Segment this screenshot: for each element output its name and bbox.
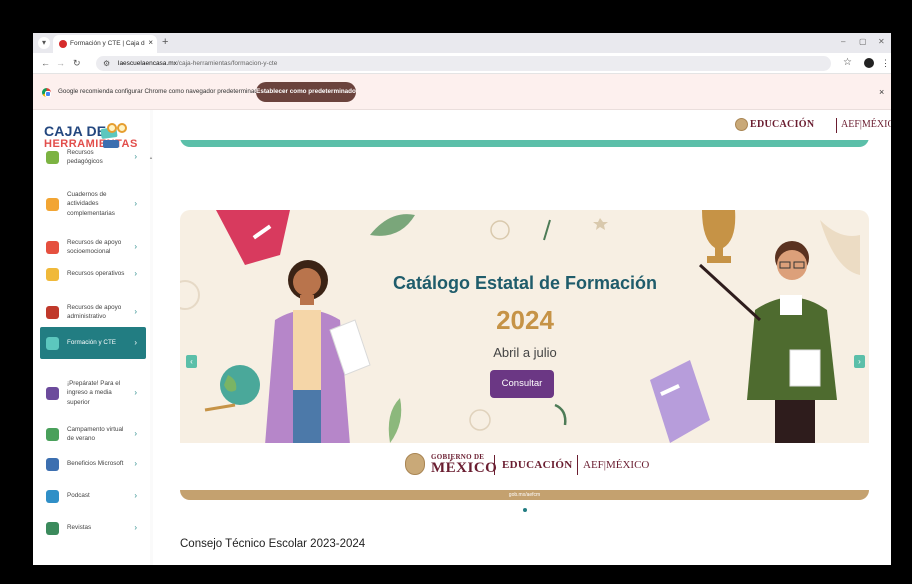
section-title: Consejo Técnico Escolar 2023-2024 (180, 538, 366, 550)
sidebar-item-label: ¡Prepárate! Para el ingreso a media supe… (67, 379, 121, 406)
sidebar-item-label: Podcast (67, 492, 90, 500)
sidebar-item-label: Cuadernos de actividades complementarias (67, 190, 115, 217)
site-info-icon[interactable]: ⚙ (103, 58, 110, 69)
chevron-right-icon: › (134, 429, 137, 438)
forward-icon[interactable]: → (56, 58, 65, 69)
sidebar: CAJA DE HERRAMIENTAS ▲ Recursos pedagógi… (33, 110, 153, 565)
chrome-icon (42, 88, 51, 97)
close-window-button[interactable]: ✕ (878, 37, 885, 47)
set-default-button[interactable]: Establecer como predeterminado (256, 82, 356, 102)
chevron-right-icon: › (134, 152, 137, 161)
sidebar-item[interactable]: ¡Prepárate! Para el ingreso a media supe… (40, 371, 146, 415)
chevron-right-icon: › (134, 269, 137, 278)
footer-educacion: EDUCACIÓN (502, 459, 573, 471)
footer-aef: AEF|MÉXICO (583, 459, 650, 471)
new-tab-button[interactable]: + (162, 35, 168, 49)
bookmark-star-icon[interactable]: ☆ (843, 57, 852, 69)
gob-mexico-big: MÉXICO (431, 460, 498, 476)
chevron-right-icon: › (134, 491, 137, 500)
sidebar-item[interactable]: Recursos operativos › (40, 263, 146, 285)
page-viewport: CAJA DE HERRAMIENTAS ▲ Recursos pedagógi… (33, 110, 891, 565)
address-bar: ← → ↻ ⚙ laescuelaencasa.mx/caja-herramie… (33, 53, 891, 74)
tab-strip: ▾ Formación y CTE | Caja de herra × + – … (33, 33, 891, 53)
sidebar-item-icon (46, 305, 59, 319)
tab-formacion-cte[interactable]: Formación y CTE | Caja de herra × (53, 35, 157, 53)
chevron-right-icon: › (134, 242, 137, 251)
profile-avatar[interactable] (864, 58, 874, 68)
sidebar-item[interactable]: Cuadernos de actividades complementarias… (40, 182, 146, 226)
sidebar-item[interactable]: Campamento virtual de verano › (40, 419, 146, 449)
sidebar-item-icon (46, 240, 59, 254)
sidebar-item[interactable]: Revistas › (40, 516, 146, 540)
reload-icon[interactable]: ↻ (73, 58, 81, 69)
footer-divider (494, 455, 495, 475)
chevron-right-icon: › (134, 459, 137, 468)
browser-window: ▾ Formación y CTE | Caja de herra × + – … (33, 33, 891, 565)
sidebar-item-label: Formación y CTE (67, 339, 116, 347)
default-browser-infobar: Google recomienda configurar Chrome como… (33, 74, 891, 110)
sidebar-item-label: Recursos de apoyo socioemocional (67, 238, 122, 256)
chevron-right-icon: › (134, 338, 137, 347)
sidebar-item-icon (46, 457, 59, 471)
hero-footer-logos: GOBIERNO DE MÉXICO EDUCACIÓN AEF|MÉXICO (180, 443, 869, 490)
menu-icon[interactable]: ⋮ (881, 57, 890, 69)
hero-title: Catálogo Estatal de Formación (392, 273, 658, 293)
logo-text-top: CAJA DE (44, 123, 107, 139)
gov-header: EDUCACIÓN AEF|MÉXICO (153, 110, 891, 140)
carousel-dot[interactable] (523, 508, 527, 512)
tab-search-icon[interactable]: ▾ (38, 37, 50, 49)
favicon-icon (59, 40, 67, 48)
sidebar-item-icon (46, 336, 59, 350)
logo-goggle-icon (107, 123, 117, 133)
sidebar-item-icon (46, 197, 59, 211)
tab-close-icon[interactable]: × (148, 38, 153, 48)
hero-year: 2024 (496, 305, 554, 335)
sidebar-item-icon (46, 521, 59, 535)
educacion-logo[interactable]: EDUCACIÓN (750, 119, 814, 130)
chevron-right-icon: › (134, 388, 137, 397)
sidebar-item-label: Beneficios Microsoft (67, 460, 124, 468)
sidebar-item-label: Recursos pedagógicos (67, 148, 103, 166)
carousel-next-button[interactable]: › (854, 355, 865, 368)
sidebar-item-icon (46, 386, 59, 400)
sidebar-item[interactable]: Recursos de apoyo socioemocional › (40, 232, 146, 262)
sidebar-item-label: Revistas (67, 524, 92, 532)
hero-carousel: Catálogo Estatal de Formación 2024 Abril… (180, 210, 869, 500)
restore-button[interactable]: ▢ (859, 37, 867, 47)
sidebar-item-label: Recursos operativos (67, 270, 125, 278)
chevron-right-icon: › (134, 307, 137, 316)
chevron-right-icon: › (134, 523, 137, 532)
sidebar-item[interactable]: Podcast › (40, 485, 146, 507)
sidebar-item-label: Campamento virtual de verano (67, 425, 124, 443)
infobar-message: Google recomienda configurar Chrome como… (58, 88, 262, 95)
sidebar-item[interactable]: Recursos pedagógicos › (40, 142, 146, 172)
sidebar-item-icon (46, 150, 59, 164)
sidebar-item[interactable]: Recursos de apoyo administrativo › (40, 297, 146, 327)
header-divider (836, 118, 837, 133)
sidebar-item-icon (46, 267, 59, 281)
url-text: laescuelaencasa.mx/caja-herramientas/for… (118, 60, 278, 67)
tab-title: Formación y CTE | Caja de herra (70, 40, 145, 47)
minimize-button[interactable]: – (841, 37, 845, 47)
back-icon[interactable]: ← (41, 58, 50, 69)
infobar-close-icon[interactable]: × (879, 86, 884, 98)
sidebar-item[interactable]: Beneficios Microsoft › (40, 453, 146, 475)
sidebar-item-icon (46, 427, 59, 441)
aef-logo[interactable]: AEF|MÉXICO (841, 119, 891, 130)
sidebar-item-label: Recursos de apoyo administrativo (67, 303, 122, 321)
gob-mexico-seal-icon (405, 453, 425, 475)
consultar-button[interactable]: Consultar (490, 370, 554, 398)
hero-url-bar: gob.mx/aefcm (180, 490, 869, 500)
footer-divider (577, 455, 578, 475)
hero-url: gob.mx/aefcm (508, 492, 541, 498)
sidebar-item-icon (46, 489, 59, 503)
sidebar-item[interactable]: Formación y CTE › (40, 327, 146, 359)
main-content: w EDUCACIÓN AEF|MÉXICO (153, 110, 891, 565)
carousel-prev-button[interactable]: ‹ (186, 355, 197, 368)
hero-subtitle: Abril a julio (493, 345, 557, 360)
chevron-right-icon: › (134, 199, 137, 208)
url-input[interactable]: ⚙ laescuelaencasa.mx/caja-herramientas/f… (96, 56, 831, 71)
logo-goggle-icon (117, 123, 127, 133)
gov-seal-icon (735, 118, 748, 131)
